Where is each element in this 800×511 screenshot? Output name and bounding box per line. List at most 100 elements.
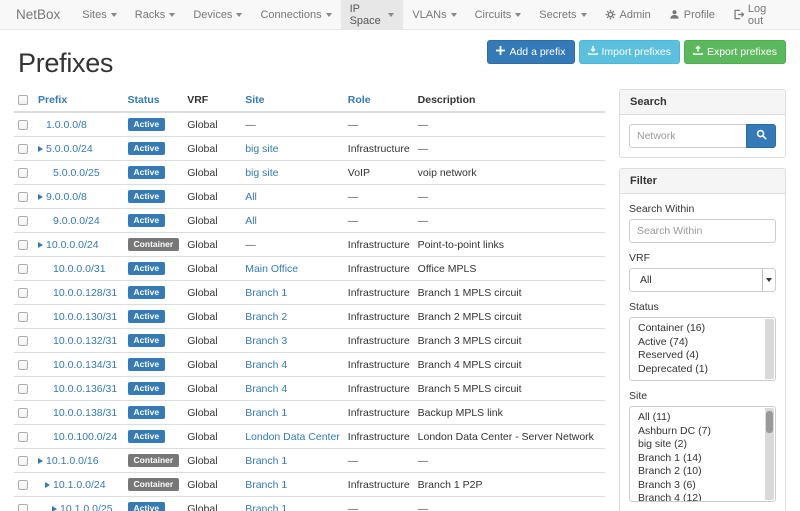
scrollbar-track[interactable] [765, 319, 774, 379]
row-checkbox[interactable] [18, 360, 28, 370]
site-link[interactable]: All [245, 215, 257, 227]
site-link[interactable]: All [245, 191, 257, 203]
role-cell: Infrastructure [344, 281, 414, 305]
prefix-link[interactable]: 10.0.0.0/31 [53, 263, 106, 275]
column-header-role[interactable]: Role [344, 89, 414, 112]
nav-item-logout[interactable]: Log out [724, 0, 790, 29]
site-link[interactable]: Main Office [245, 263, 298, 275]
prefix-link[interactable]: 1.0.0.0/8 [46, 119, 87, 131]
row-checkbox[interactable] [18, 168, 28, 178]
column-header-status[interactable]: Status [124, 89, 184, 112]
filter-select-vrf[interactable]: All [629, 268, 776, 292]
role-cell: Infrastructure [344, 257, 414, 281]
add-prefix-button[interactable]: Add a prefix [487, 40, 574, 64]
listbox-option[interactable]: Branch 3 (6) [630, 479, 775, 493]
filter-input-search-within[interactable] [629, 219, 776, 243]
column-header-site[interactable]: Site [241, 89, 344, 112]
select-all-checkbox[interactable] [18, 95, 28, 105]
row-checkbox[interactable] [18, 456, 28, 466]
nav-item-secrets[interactable]: Secrets [530, 0, 595, 29]
row-checkbox[interactable] [18, 192, 28, 202]
site-link[interactable]: Branch 1 [245, 287, 287, 299]
row-checkbox[interactable] [18, 288, 28, 298]
site-link[interactable]: big site [245, 167, 278, 179]
table-row: 10.0.0.134/31ActiveGlobalBranch 4Infrast… [14, 353, 605, 377]
site-link[interactable]: Branch 4 [245, 359, 287, 371]
listbox-option[interactable]: Reserved (4) [630, 349, 775, 363]
prefix-link[interactable]: 10.0.0.138/31 [53, 407, 117, 419]
listbox-option[interactable]: Branch 4 (12) [630, 492, 775, 502]
prefix-link[interactable]: 10.0.0.130/31 [53, 311, 117, 323]
prefix-link[interactable]: 9.0.0.0/8 [46, 191, 87, 203]
expand-arrow-icon[interactable] [38, 194, 43, 200]
site-link[interactable]: Branch 1 [245, 455, 287, 467]
scrollbar-thumb[interactable] [766, 411, 773, 433]
prefix-link[interactable]: 10.0.100.0/24 [53, 431, 117, 443]
import-prefixes-button[interactable]: Import prefixes [579, 40, 680, 64]
prefix-link[interactable]: 5.0.0.0/24 [46, 143, 93, 155]
listbox-option[interactable]: Branch 1 (14) [630, 452, 775, 466]
row-checkbox[interactable] [18, 480, 28, 490]
row-checkbox[interactable] [18, 216, 28, 226]
nav-item-ip-space[interactable]: IP Space [341, 0, 404, 29]
status-badge: Active [128, 358, 166, 371]
export-prefixes-button[interactable]: Export prefixes [684, 40, 786, 64]
prefix-link[interactable]: 10.0.0.0/24 [46, 239, 99, 251]
listbox-option[interactable]: Deprecated (1) [630, 363, 775, 377]
site-link[interactable]: Branch 2 [245, 311, 287, 323]
row-checkbox[interactable] [18, 264, 28, 274]
row-checkbox[interactable] [18, 336, 28, 346]
nav-item-sites[interactable]: Sites [73, 0, 125, 29]
nav-item-racks[interactable]: Racks [126, 0, 185, 29]
role-cell: Infrastructure [344, 137, 414, 161]
nav-item-circuits[interactable]: Circuits [466, 0, 531, 29]
prefix-link[interactable]: 10.0.0.136/31 [53, 383, 117, 395]
row-checkbox[interactable] [18, 240, 28, 250]
prefix-link[interactable]: 9.0.0.0/24 [53, 215, 100, 227]
prefix-link[interactable]: 10.0.0.132/31 [53, 335, 117, 347]
expand-arrow-icon[interactable] [38, 146, 43, 152]
prefix-link[interactable]: 10.0.0.134/31 [53, 359, 117, 371]
expand-arrow-icon[interactable] [38, 242, 43, 248]
listbox-option[interactable]: Branch 2 (10) [630, 465, 775, 479]
site-link[interactable]: London Data Center [245, 431, 340, 443]
row-checkbox[interactable] [18, 312, 28, 322]
prefix-link[interactable]: 10.1.0.0/24 [53, 479, 106, 491]
nav-item-admin[interactable]: Admin [596, 0, 660, 29]
listbox-option[interactable]: Active (74) [630, 336, 775, 350]
prefix-link[interactable]: 10.0.0.128/31 [53, 287, 117, 299]
row-checkbox[interactable] [18, 504, 28, 511]
site-link[interactable]: Branch 4 [245, 383, 287, 395]
site-link[interactable]: Branch 1 [245, 479, 287, 491]
listbox-option[interactable]: All (11) [630, 411, 775, 425]
nav-item-vlans[interactable]: VLANs [403, 0, 465, 29]
nav-item-connections[interactable]: Connections [251, 0, 340, 29]
row-checkbox[interactable] [18, 384, 28, 394]
search-input[interactable] [629, 124, 746, 148]
status-cell: Active [124, 257, 184, 281]
nav-item-devices[interactable]: Devices [184, 0, 251, 29]
app-brand[interactable]: NetBox [0, 0, 73, 29]
expand-arrow-icon[interactable] [52, 506, 57, 511]
prefix-link[interactable]: 10.1.0.0/16 [46, 455, 99, 467]
prefix-link[interactable]: 10.1.0.0/25 [60, 503, 113, 511]
status-badge: Active [128, 166, 166, 179]
site-link[interactable]: Branch 3 [245, 335, 287, 347]
listbox-option[interactable]: Ashburn DC (7) [630, 425, 775, 439]
site-link[interactable]: big site [245, 143, 278, 155]
empty-value: — [418, 119, 429, 131]
expand-arrow-icon[interactable] [45, 482, 50, 488]
prefix-link[interactable]: 5.0.0.0/25 [53, 167, 100, 179]
row-checkbox[interactable] [18, 432, 28, 442]
expand-arrow-icon[interactable] [38, 458, 43, 464]
site-link[interactable]: Branch 1 [245, 407, 287, 419]
row-checkbox[interactable] [18, 144, 28, 154]
listbox-option[interactable]: Container (16) [630, 322, 775, 336]
search-button[interactable] [746, 124, 776, 148]
row-checkbox[interactable] [18, 408, 28, 418]
row-checkbox[interactable] [18, 120, 28, 130]
site-link[interactable]: Branch 1 [245, 503, 287, 511]
nav-item-profile[interactable]: Profile [660, 0, 724, 29]
listbox-option[interactable]: big site (2) [630, 438, 775, 452]
column-header-prefix[interactable]: Prefix [34, 89, 124, 112]
